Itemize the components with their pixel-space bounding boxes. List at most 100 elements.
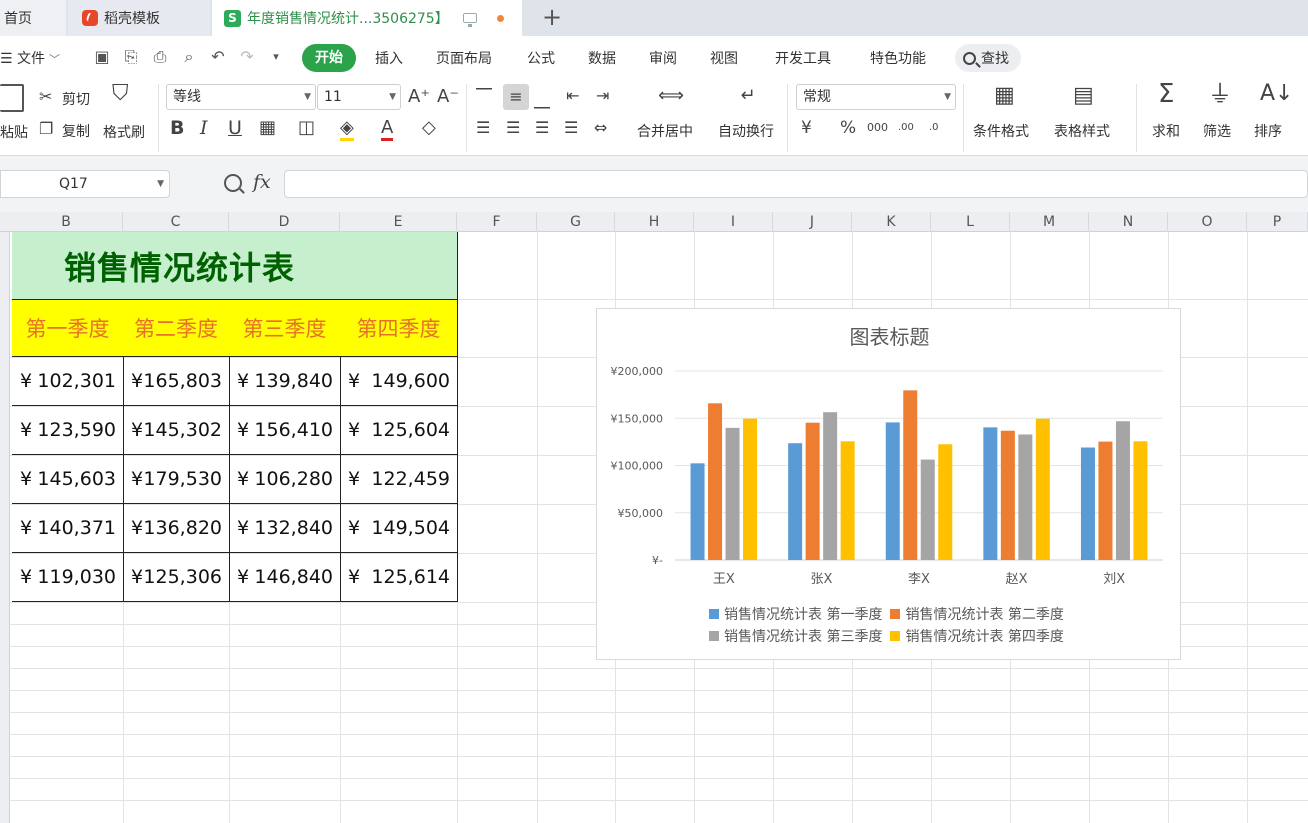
fill-color-icon[interactable]: ◈ xyxy=(340,118,354,141)
erase-border-icon[interactable]: ◫ xyxy=(298,118,315,138)
bar-1-1[interactable] xyxy=(805,422,820,560)
legend-item-q4[interactable]: 销售情况统计表 第四季度 xyxy=(890,626,1064,646)
column-header[interactable]: K xyxy=(852,212,931,232)
merge-center-button[interactable]: 合并居中 xyxy=(637,121,693,141)
thousands-icon[interactable]: 000 xyxy=(867,118,888,138)
align-center-icon[interactable]: ☰ xyxy=(506,118,520,138)
bar-1-2[interactable] xyxy=(823,412,838,560)
file-menu[interactable]: ☰ 文件 ﹀ xyxy=(0,48,60,68)
table-cell[interactable]: ¥139,840 xyxy=(229,357,341,406)
column-header[interactable]: P xyxy=(1247,212,1308,232)
bar-2-1[interactable] xyxy=(903,390,918,560)
justify-icon[interactable]: ☰ xyxy=(564,118,578,138)
column-header[interactable]: N xyxy=(1089,212,1168,232)
table-cell[interactable]: ¥145,603 xyxy=(12,455,124,504)
tab-special-features[interactable]: 特色功能 xyxy=(870,48,926,68)
cut-button[interactable]: 剪切 xyxy=(62,89,90,109)
zoom-icon[interactable] xyxy=(224,174,242,192)
table-style-button[interactable]: 表格样式 xyxy=(1054,121,1110,141)
distribute-icon[interactable]: ⇔ xyxy=(594,118,607,138)
bar-3-3[interactable] xyxy=(1035,418,1050,560)
column-header[interactable]: O xyxy=(1168,212,1247,232)
table-cell[interactable]: ¥125,604 xyxy=(340,406,458,455)
legend-item-q2[interactable]: 销售情况统计表 第二季度 xyxy=(890,604,1064,624)
tab-page-layout[interactable]: 页面布局 xyxy=(436,48,492,68)
table-cell[interactable]: ¥149,600 xyxy=(340,357,458,406)
fx-icon[interactable]: fx xyxy=(253,171,271,193)
table-header-cell[interactable]: 第三季度 xyxy=(229,299,341,357)
table-cell[interactable]: ¥140,371 xyxy=(12,504,124,553)
table-header-cell[interactable]: 第四季度 xyxy=(340,299,458,357)
percent-icon[interactable]: % xyxy=(840,118,856,138)
bar-0-1[interactable] xyxy=(708,403,723,560)
column-header[interactable]: F xyxy=(457,212,537,232)
column-header[interactable]: J xyxy=(773,212,852,232)
table-cell[interactable]: ¥149,504 xyxy=(340,504,458,553)
conditional-format-button[interactable]: 条件格式 xyxy=(973,121,1029,141)
new-tab-icon[interactable]: + xyxy=(540,5,564,29)
bar-2-2[interactable] xyxy=(920,459,935,560)
table-cell[interactable]: ¥102,301 xyxy=(12,357,124,406)
decrease-font-icon[interactable]: A⁻ xyxy=(437,87,459,107)
font-color-icon[interactable]: A xyxy=(381,118,394,141)
tab-review[interactable]: 审阅 xyxy=(649,48,677,68)
wrap-text-button[interactable]: 自动换行 xyxy=(718,121,774,141)
table-cell[interactable]: ¥123,590 xyxy=(12,406,124,455)
font-name-select[interactable]: 等线 ▼ xyxy=(166,84,316,110)
bar-4-3[interactable] xyxy=(1133,441,1148,560)
column-header[interactable]: I xyxy=(694,212,773,232)
undo-icon[interactable]: ↶ xyxy=(208,48,228,66)
align-top-icon[interactable]: ⎺ xyxy=(476,86,492,106)
tab-data[interactable]: 数据 xyxy=(588,48,616,68)
table-header-cell[interactable]: 第一季度 xyxy=(12,299,124,357)
format-painter-button[interactable]: 格式刷 xyxy=(103,122,145,142)
tab-template[interactable]: 稻壳模板 xyxy=(68,0,210,36)
table-header-cell[interactable]: 第二季度 xyxy=(123,299,230,357)
align-bottom-icon[interactable]: ⎽ xyxy=(534,90,550,110)
currency-icon[interactable]: ¥ xyxy=(801,118,812,138)
bar-4-0[interactable] xyxy=(1080,447,1095,560)
table-cell[interactable]: ¥125,614 xyxy=(340,553,458,602)
bar-3-1[interactable] xyxy=(1000,430,1015,560)
print-preview-icon[interactable]: ⌕ xyxy=(179,48,199,66)
copy-button[interactable]: 复制 xyxy=(62,121,90,141)
print-icon[interactable]: ⎙ xyxy=(150,48,170,66)
filter-button[interactable]: 筛选 xyxy=(1203,121,1231,141)
bar-1-3[interactable] xyxy=(840,441,855,560)
column-header[interactable]: C xyxy=(123,212,229,232)
tab-home[interactable]: 首页 xyxy=(0,0,66,36)
bar-0-0[interactable] xyxy=(690,463,705,560)
tab-view[interactable]: 视图 xyxy=(710,48,738,68)
borders-icon[interactable]: ▦ xyxy=(259,118,276,138)
bar-chart[interactable]: 图表标题 ¥- ¥50,000 ¥100,000 ¥150,000 ¥200,000 王X… xyxy=(596,308,1181,660)
table-cell[interactable]: ¥119,030 xyxy=(12,553,124,602)
bar-3-0[interactable] xyxy=(983,427,998,560)
table-cell[interactable]: ¥106,280 xyxy=(229,455,341,504)
search-button[interactable]: 查找 xyxy=(955,44,1021,72)
quick-access-more-icon[interactable]: ▾ xyxy=(266,48,286,66)
bar-2-0[interactable] xyxy=(885,422,900,560)
table-cell[interactable]: ¥179,530 xyxy=(123,455,230,504)
table-cell[interactable]: ¥156,410 xyxy=(229,406,341,455)
formula-input[interactable] xyxy=(284,170,1308,198)
increase-decimal-icon[interactable]: .00 xyxy=(898,118,914,138)
bar-1-0[interactable] xyxy=(788,443,803,560)
redo-icon[interactable]: ↷ xyxy=(237,48,257,66)
decrease-decimal-icon[interactable]: .0 xyxy=(929,118,939,138)
tab-insert[interactable]: 插入 xyxy=(375,48,403,68)
save-icon[interactable]: ▣ xyxy=(92,48,112,66)
spreadsheet-grid[interactable]: BCDEFGHIJKLMNOP 销售情况统计表 第一季度 第二季度 第三季度 第四季度… xyxy=(0,212,1308,823)
increase-indent-icon[interactable]: ⇥ xyxy=(596,86,609,106)
underline-icon[interactable]: U xyxy=(228,118,242,138)
legend-item-q1[interactable]: 销售情况统计表 第一季度 xyxy=(709,604,882,624)
tab-developer[interactable]: 开发工具 xyxy=(775,48,831,68)
bold-icon[interactable]: B xyxy=(170,118,184,138)
paste-icon[interactable] xyxy=(0,84,24,112)
number-format-select[interactable]: 常规 ▼ xyxy=(796,84,956,110)
column-header[interactable]: B xyxy=(10,212,123,232)
tab-start[interactable]: 开始 xyxy=(302,44,356,72)
name-box[interactable]: Q17 ▼ xyxy=(0,170,170,198)
column-header[interactable]: H xyxy=(615,212,694,232)
table-cell[interactable]: ¥165,803 xyxy=(123,357,230,406)
legend-item-q3[interactable]: 销售情况统计表 第三季度 xyxy=(709,626,882,646)
